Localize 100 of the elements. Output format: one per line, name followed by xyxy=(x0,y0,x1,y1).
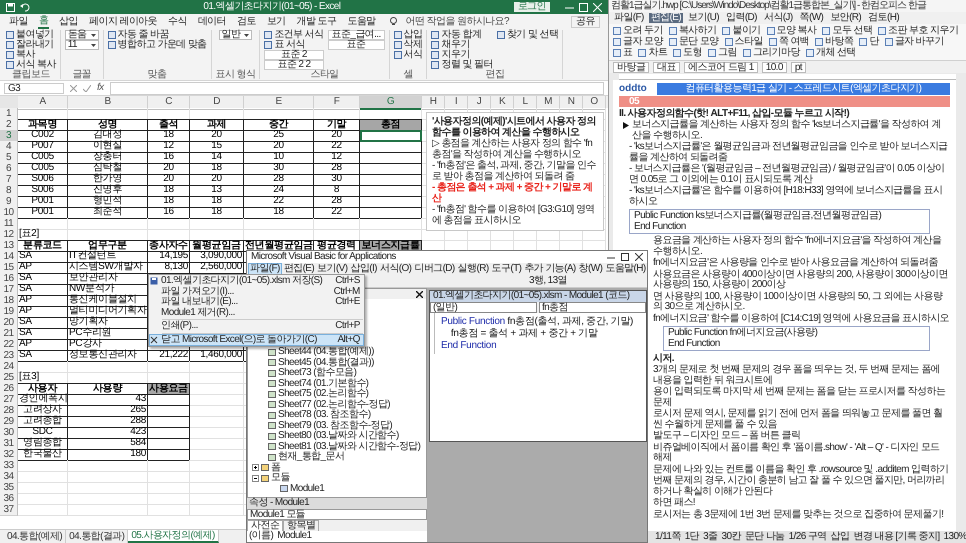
ribbon-button[interactable]: 표 xyxy=(613,48,632,58)
ribbon-tab[interactable]: 도움말 xyxy=(346,16,377,28)
row-header[interactable]: 34 xyxy=(0,471,18,483)
ribbon-button[interactable]: 복사 xyxy=(6,50,56,60)
column-header[interactable]: O xyxy=(583,96,606,110)
row-header[interactable]: 27 xyxy=(0,394,18,406)
row-header[interactable]: 10 xyxy=(0,207,18,219)
column-header[interactable]: K xyxy=(491,96,514,110)
collapse-icon[interactable] xyxy=(252,474,259,482)
row-header[interactable]: 9 xyxy=(0,196,18,208)
menu-item[interactable]: 도구(T) xyxy=(490,264,522,274)
ribbon-button[interactable]: 그림 xyxy=(708,48,737,58)
row-header[interactable]: 35 xyxy=(0,482,18,494)
ribbon-button[interactable]: 표 서식 xyxy=(264,40,324,50)
row-header[interactable]: 14 xyxy=(0,251,18,263)
tree-item[interactable]: Sheet77 (02.논리함수-정답) xyxy=(278,400,390,410)
ribbon-button[interactable]: 문단 모양 xyxy=(668,37,719,47)
row-header[interactable]: 5 xyxy=(0,152,18,164)
row-header[interactable]: 33 xyxy=(0,460,18,472)
menu-tab[interactable]: 보안(R) xyxy=(828,13,864,23)
tree-item[interactable]: 현재_통합_문서 xyxy=(278,452,344,462)
ribbon-button[interactable]: 붙여넣기 xyxy=(6,30,56,40)
row-header[interactable]: 13 xyxy=(0,240,18,252)
ribbon-button[interactable]: 쪽 여백 xyxy=(768,37,810,47)
ribbon-button[interactable]: 잘라내기 xyxy=(6,40,56,50)
menu-item[interactable]: 인쇄(P)... Ctrl+P xyxy=(150,321,363,332)
row-header[interactable]: 23 xyxy=(0,350,18,362)
ribbon-button[interactable]: 서식 복사 xyxy=(6,60,56,70)
ribbon-button[interactable]: 바탕쪽 xyxy=(815,37,854,47)
menu-item[interactable]: 창(W) xyxy=(578,264,604,274)
property-value[interactable]: Module1 xyxy=(277,531,312,542)
tell-me-field[interactable]: 어떤 작업을 원하시나요? xyxy=(406,16,509,26)
menu-item[interactable]: 닫고 Microsoft Excel(으)로 돌아가기(C) Alt+Q xyxy=(150,334,363,345)
insert-function-button[interactable]: fx xyxy=(97,83,104,93)
ribbon-tab[interactable]: 페이지 레이아웃 xyxy=(88,16,158,28)
procedure-dropdown[interactable]: fn총점 xyxy=(539,302,646,313)
column-header[interactable]: I xyxy=(445,96,468,110)
column-header[interactable]: G xyxy=(360,96,422,110)
maximize-icon[interactable] xyxy=(621,253,629,261)
row-header[interactable]: 31 xyxy=(0,438,18,450)
cell-style-button[interactable]: 표준 2 2 xyxy=(264,60,324,70)
active-cell[interactable] xyxy=(360,130,422,142)
tree-item[interactable]: Sheet75 (02.논리함수) xyxy=(278,389,368,400)
ribbon-button[interactable]: 붙이기 xyxy=(722,26,761,36)
check-icon[interactable] xyxy=(83,84,91,92)
row-header[interactable]: 25 xyxy=(0,372,18,384)
menu-tab[interactable]: 쪽(W) xyxy=(798,13,826,23)
menu-tab[interactable]: 입력(D) xyxy=(724,13,759,23)
menu-item[interactable]: 편집(E) xyxy=(282,264,316,274)
ribbon-button[interactable]: 자동 합계 xyxy=(431,30,493,40)
column-header[interactable]: B xyxy=(68,96,148,110)
toolbar-field[interactable]: pt xyxy=(790,62,806,72)
tree-item[interactable]: Sheet45 (04.통합(결과)) xyxy=(278,358,374,368)
ribbon-tab[interactable]: 개발 도구 xyxy=(296,16,338,28)
menu-item[interactable]: 파일 내보내기(E)... Ctrl+E xyxy=(150,297,363,308)
row-header[interactable]: 36 xyxy=(0,493,18,505)
ribbon-button[interactable]: 정렬 및 필터 xyxy=(431,60,493,70)
row-header[interactable]: 18 xyxy=(0,295,18,307)
menu-item[interactable]: 파일 가져오기(I)... Ctrl+M xyxy=(150,286,363,297)
ribbon-button[interactable]: 삽입 xyxy=(394,30,422,40)
undo-icon[interactable] xyxy=(20,2,30,12)
row-header[interactable]: 22 xyxy=(0,339,18,351)
column-header[interactable]: M xyxy=(537,96,560,110)
object-dropdown[interactable]: (일반) xyxy=(430,302,537,313)
share-button[interactable]: 공유 xyxy=(571,16,600,28)
row-header[interactable]: 24 xyxy=(0,361,18,373)
menu-item[interactable]: 서식(O) xyxy=(378,264,412,274)
ribbon-button[interactable]: 도형 xyxy=(673,48,702,58)
row-header[interactable]: 26 xyxy=(0,383,18,395)
column-header[interactable]: L xyxy=(514,96,537,110)
tree-item[interactable]: 모듈 xyxy=(271,473,290,484)
properties-tab[interactable]: 사전순 xyxy=(247,520,284,531)
row-header[interactable]: 29 xyxy=(0,416,18,428)
row-header[interactable]: 21 xyxy=(0,328,18,340)
toolbar-field[interactable]: 바탕글 xyxy=(613,62,650,72)
toolbar-field[interactable]: 에스코어 드림 1 xyxy=(684,62,758,72)
menu-item[interactable]: 보기(V) xyxy=(316,264,348,274)
ribbon-button[interactable]: 단 xyxy=(859,37,879,47)
column-header[interactable]: E xyxy=(244,96,314,110)
row-header[interactable]: 11 xyxy=(0,218,18,230)
sheet-tab[interactable]: 05.사용자정의(예제) xyxy=(128,530,219,543)
ribbon-button[interactable]: 오려 두기 xyxy=(613,26,663,36)
menu-item[interactable]: 실행(R) xyxy=(456,264,490,274)
tree-item[interactable]: 폼 xyxy=(271,462,280,473)
ribbon-tab[interactable]: 삽입 xyxy=(58,16,80,28)
row-header[interactable]: 20 xyxy=(0,317,18,329)
tree-item[interactable]: Module1 xyxy=(290,484,324,494)
ribbon-tab[interactable]: 데이터 xyxy=(196,16,228,28)
row-header[interactable]: 30 xyxy=(0,427,18,439)
column-header[interactable]: C xyxy=(148,96,190,110)
ribbon-tab[interactable]: 보기 xyxy=(266,16,287,28)
ribbon-button[interactable]: 개체 선택 xyxy=(806,48,856,58)
ribbon-button[interactable]: 병합하고 가운데 맞춤 xyxy=(108,40,207,50)
dropdown-field[interactable]: 11 xyxy=(64,40,99,50)
menu-item[interactable]: 삽입(I) xyxy=(349,264,378,274)
close-icon[interactable] xyxy=(416,290,423,298)
tree-item[interactable]: Sheet81 (03.날짜와 시간함수-정답) xyxy=(278,442,420,452)
expand-icon[interactable] xyxy=(252,464,259,472)
menu-tab[interactable]: 검토(H) xyxy=(866,13,902,23)
toolbar-field[interactable]: 대표 xyxy=(653,62,680,72)
